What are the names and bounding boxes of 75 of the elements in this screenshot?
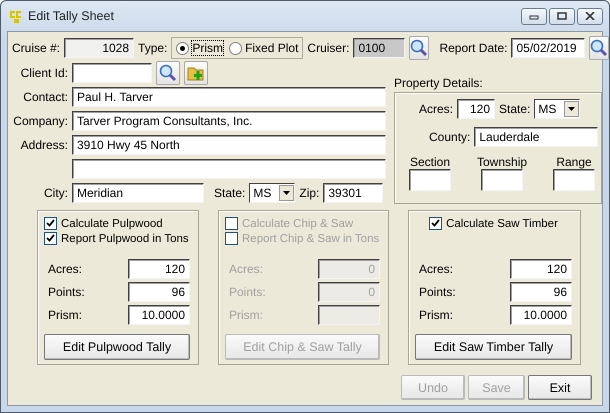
number-field[interactable]: 10.0000 bbox=[510, 304, 572, 324]
close-icon bbox=[585, 12, 595, 20]
field-label: Prism: bbox=[229, 308, 263, 322]
dropdown-arrow-icon bbox=[568, 107, 576, 111]
city-field[interactable]: Meridian bbox=[72, 183, 204, 203]
search-icon bbox=[159, 64, 177, 82]
number-field[interactable]: 96 bbox=[510, 282, 572, 302]
zip-label: Zip: bbox=[299, 186, 320, 200]
text-field[interactable]: Tarver Program Consultants, Inc. bbox=[72, 111, 386, 131]
cruiser-label: Cruiser: bbox=[307, 41, 350, 55]
number-field[interactable]: 10.0000 bbox=[128, 304, 190, 324]
field-label: Company: bbox=[12, 114, 68, 128]
search-icon bbox=[590, 39, 608, 57]
check-icon bbox=[431, 219, 440, 228]
number-field[interactable]: 120 bbox=[128, 258, 190, 278]
client-id-label: Client Id: bbox=[20, 66, 68, 80]
text-field[interactable]: Paul H. Tarver bbox=[72, 87, 386, 107]
acres-field[interactable]: 120 bbox=[457, 99, 496, 119]
field-label: Acres: bbox=[229, 262, 264, 276]
field-label: Prism: bbox=[419, 308, 453, 322]
state-dropdown[interactable]: MS bbox=[249, 183, 296, 203]
checkbox[interactable]: Report Pulpwood in Tons bbox=[44, 232, 190, 245]
field-label: Prism: bbox=[48, 308, 82, 322]
township-label: Township bbox=[477, 155, 528, 169]
address-line-field[interactable] bbox=[72, 159, 386, 179]
cruise-label: Cruise #: bbox=[12, 41, 60, 55]
checkbox[interactable]: Calculate Saw Timber bbox=[429, 217, 558, 230]
search-icon bbox=[410, 39, 428, 57]
text-field[interactable]: 3910 Hwy 45 North bbox=[72, 135, 386, 155]
search-button[interactable] bbox=[409, 36, 430, 60]
number-field[interactable]: 96 bbox=[128, 282, 190, 302]
client-id-field[interactable] bbox=[72, 63, 152, 83]
field-label: Acres: bbox=[419, 262, 454, 276]
search-button[interactable] bbox=[589, 36, 609, 60]
field-label: Address: bbox=[20, 138, 68, 152]
county-field[interactable]: Lauderdale bbox=[474, 127, 598, 147]
type-label: Type: bbox=[138, 41, 168, 55]
restore-button[interactable] bbox=[549, 8, 575, 24]
section-label: Section bbox=[410, 155, 450, 169]
edit-tally-button[interactable]: Edit Pulpwood Tally bbox=[44, 334, 190, 360]
acres-label: Acres: bbox=[419, 102, 454, 116]
range-label: Range bbox=[556, 155, 592, 169]
action-button[interactable]: Exit bbox=[528, 375, 592, 400]
type-radio[interactable]: Fixed Plot bbox=[229, 41, 298, 55]
report-date-field[interactable]: 05/02/2019 bbox=[511, 38, 586, 58]
cruise-number-field[interactable]: 1028 bbox=[64, 38, 134, 58]
search-button[interactable] bbox=[156, 61, 180, 85]
report-date-label: Report Date: bbox=[439, 41, 508, 55]
section-field[interactable] bbox=[409, 169, 451, 191]
state-label: State: bbox=[214, 186, 246, 200]
restore-icon bbox=[557, 12, 567, 20]
property-details-title: Property Details: bbox=[394, 76, 484, 92]
zip-field[interactable]: 39301 bbox=[323, 183, 384, 203]
number-field[interactable]: 120 bbox=[510, 258, 572, 278]
range-field[interactable] bbox=[553, 169, 596, 191]
field-label: Points: bbox=[229, 284, 266, 298]
field-label: Points: bbox=[419, 284, 456, 298]
township-field[interactable] bbox=[481, 169, 524, 191]
edit-tally-button[interactable]: Edit Saw Timber Tally bbox=[415, 334, 572, 360]
close-button[interactable] bbox=[577, 8, 603, 24]
add-button[interactable] bbox=[184, 61, 208, 85]
dropdown-arrow-icon bbox=[283, 191, 290, 195]
type-radio[interactable]: Prism bbox=[176, 41, 224, 55]
window-title: Edit Tally Sheet bbox=[28, 9, 114, 23]
app-logo-icon bbox=[9, 8, 23, 24]
county-label: County: bbox=[429, 130, 470, 144]
city-label: City: bbox=[43, 186, 68, 200]
field-label: Acres: bbox=[48, 262, 82, 276]
field-label: Contact: bbox=[22, 90, 68, 104]
checkbox[interactable]: Calculate Pulpwood bbox=[44, 217, 190, 230]
cruiser-field[interactable]: 0100 bbox=[353, 38, 406, 58]
state-dropdown[interactable]: MS bbox=[534, 99, 580, 119]
minimize-button[interactable] bbox=[521, 8, 547, 24]
field-label: Points: bbox=[48, 284, 85, 298]
state-label: State: bbox=[499, 102, 530, 116]
